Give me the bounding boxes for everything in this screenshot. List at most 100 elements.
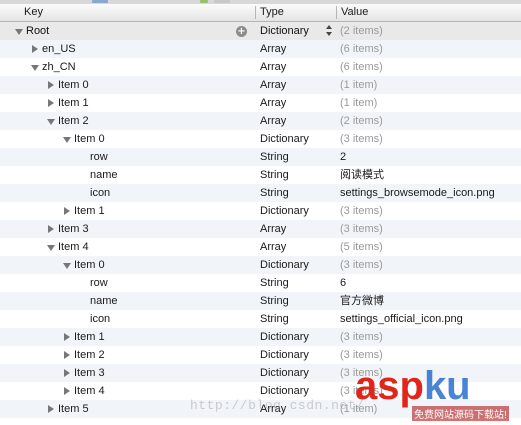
header-divider <box>255 6 256 19</box>
plist-editor: Key Type Value Root + Dictionary (2 items) e… <box>0 0 521 425</box>
row-type[interactable]: Dictionary <box>260 364 309 382</box>
row-key: icon <box>90 313 111 325</box>
row-type[interactable]: Dictionary <box>260 22 309 40</box>
row-key: Item 0 <box>58 79 89 91</box>
row-value[interactable]: settings_browsemode_icon.png <box>340 184 495 202</box>
row-type[interactable]: Array <box>260 76 286 94</box>
row-value[interactable]: 阅读模式 <box>340 166 384 184</box>
row-value[interactable]: (3 items) <box>340 220 383 238</box>
row-type[interactable]: String <box>260 184 289 202</box>
row-type[interactable]: Array <box>260 58 286 76</box>
row-value[interactable]: settings_official_icon.png <box>340 310 463 328</box>
row-type[interactable]: Dictionary <box>260 130 309 148</box>
plist-row[interactable]: Item 3 Array (3 items) <box>0 220 521 238</box>
row-key: en_US <box>42 43 76 55</box>
row-value[interactable]: (3 items) <box>340 328 383 346</box>
disclosure-collapsed-icon[interactable] <box>46 94 56 112</box>
row-key: Item 1 <box>74 331 105 343</box>
type-column-header[interactable]: Type <box>256 4 336 21</box>
row-type[interactable]: Array <box>260 220 286 238</box>
disclosure-collapsed-icon[interactable] <box>46 220 56 238</box>
plist-row[interactable]: Item 0 Dictionary (3 items) <box>0 130 521 148</box>
row-type[interactable]: Dictionary <box>260 202 309 220</box>
plist-row[interactable]: row String 6 <box>0 274 521 292</box>
row-value[interactable]: 6 <box>340 274 346 292</box>
key-column-header[interactable]: Key <box>20 4 254 21</box>
row-value[interactable]: (3 items) <box>340 346 383 364</box>
up-down-arrows-icon[interactable] <box>326 25 334 37</box>
row-key: zh_CN <box>42 61 76 73</box>
plist-row[interactable]: Item 0 Array (1 item) <box>0 76 521 94</box>
watermark-logo-asp: asp <box>355 364 424 408</box>
plist-row[interactable]: Item 2 Dictionary (3 items) <box>0 346 521 364</box>
plist-row[interactable]: row String 2 <box>0 148 521 166</box>
root-row[interactable]: Root + Dictionary (2 items) <box>0 22 521 40</box>
row-value[interactable]: (6 items) <box>340 40 383 58</box>
disclosure-expanded-icon[interactable] <box>62 130 72 148</box>
row-type[interactable]: String <box>260 274 289 292</box>
row-value[interactable]: (2 items) <box>340 22 383 40</box>
row-key: Root <box>26 25 50 37</box>
row-value[interactable]: 2 <box>340 148 346 166</box>
row-type[interactable]: Dictionary <box>260 328 309 346</box>
row-type[interactable]: Dictionary <box>260 346 309 364</box>
row-value[interactable]: (3 items) <box>340 130 383 148</box>
disclosure-collapsed-icon[interactable] <box>62 346 72 364</box>
disclosure-expanded-icon[interactable] <box>30 58 40 76</box>
watermark-logo-text: aspku <box>355 364 471 408</box>
disclosure-collapsed-icon[interactable] <box>62 364 72 382</box>
row-type[interactable]: Array <box>260 238 286 256</box>
row-type[interactable]: String <box>260 148 289 166</box>
row-key: icon <box>90 187 111 199</box>
row-value[interactable]: 官方微博 <box>340 292 384 310</box>
disclosure-expanded-icon[interactable] <box>46 112 56 130</box>
disclosure-collapsed-icon[interactable] <box>46 400 56 418</box>
disclosure-collapsed-icon[interactable] <box>62 328 72 346</box>
plist-row[interactable]: name String 阅读模式 <box>0 166 521 184</box>
row-value[interactable]: (5 items) <box>340 238 383 256</box>
row-value[interactable]: (2 items) <box>340 112 383 130</box>
row-type[interactable]: String <box>260 310 289 328</box>
row-value[interactable]: (1 item) <box>340 76 377 94</box>
row-value[interactable]: (1 item) <box>340 94 377 112</box>
disclosure-collapsed-icon[interactable] <box>62 382 72 400</box>
plist-row[interactable]: icon String settings_official_icon.png <box>0 310 521 328</box>
plist-row[interactable]: en_US Array (6 items) <box>0 40 521 58</box>
plist-row[interactable]: Item 1 Dictionary (3 items) <box>0 202 521 220</box>
row-value[interactable]: (3 items) <box>340 202 383 220</box>
row-type[interactable]: Array <box>260 40 286 58</box>
row-type[interactable]: Dictionary <box>260 256 309 274</box>
row-value[interactable]: (6 items) <box>340 58 383 76</box>
row-key: Item 0 <box>74 133 105 145</box>
plist-row[interactable]: zh_CN Array (6 items) <box>0 58 521 76</box>
disclosure-expanded-icon[interactable] <box>14 22 24 40</box>
row-type[interactable]: String <box>260 166 289 184</box>
plist-row[interactable]: Item 4 Array (5 items) <box>0 238 521 256</box>
plist-row[interactable]: name String 官方微博 <box>0 292 521 310</box>
row-value[interactable]: (3 items) <box>340 256 383 274</box>
plus-circle-icon[interactable]: + <box>236 26 247 37</box>
header-divider <box>336 6 337 19</box>
plist-row[interactable]: icon String settings_browsemode_icon.png <box>0 184 521 202</box>
row-key: Item 1 <box>58 97 89 109</box>
disclosure-expanded-icon[interactable] <box>46 238 56 256</box>
watermark-logo: aspku 免费网站源码下载站! <box>355 364 521 425</box>
disclosure-expanded-icon[interactable] <box>62 256 72 274</box>
row-type[interactable]: String <box>260 292 289 310</box>
disclosure-collapsed-icon[interactable] <box>62 202 72 220</box>
row-type[interactable]: Array <box>260 94 286 112</box>
disclosure-collapsed-icon[interactable] <box>30 40 40 58</box>
plist-row[interactable]: Item 2 Array (2 items) <box>0 112 521 130</box>
row-key: Item 4 <box>74 385 105 397</box>
row-key: row <box>90 277 108 289</box>
row-type[interactable]: Array <box>260 112 286 130</box>
watermark-url: http://blog.csdn.net/ <box>190 398 365 413</box>
plist-row[interactable]: Item 1 Array (1 item) <box>0 94 521 112</box>
row-key: Item 0 <box>74 259 105 271</box>
watermark-logo-tagline: 免费网站源码下载站! <box>412 406 509 421</box>
plist-row[interactable]: Item 0 Dictionary (3 items) <box>0 256 521 274</box>
value-column-header[interactable]: Value <box>337 4 521 21</box>
plist-row[interactable]: Item 1 Dictionary (3 items) <box>0 328 521 346</box>
row-key: Item 4 <box>58 241 89 253</box>
disclosure-collapsed-icon[interactable] <box>46 76 56 94</box>
